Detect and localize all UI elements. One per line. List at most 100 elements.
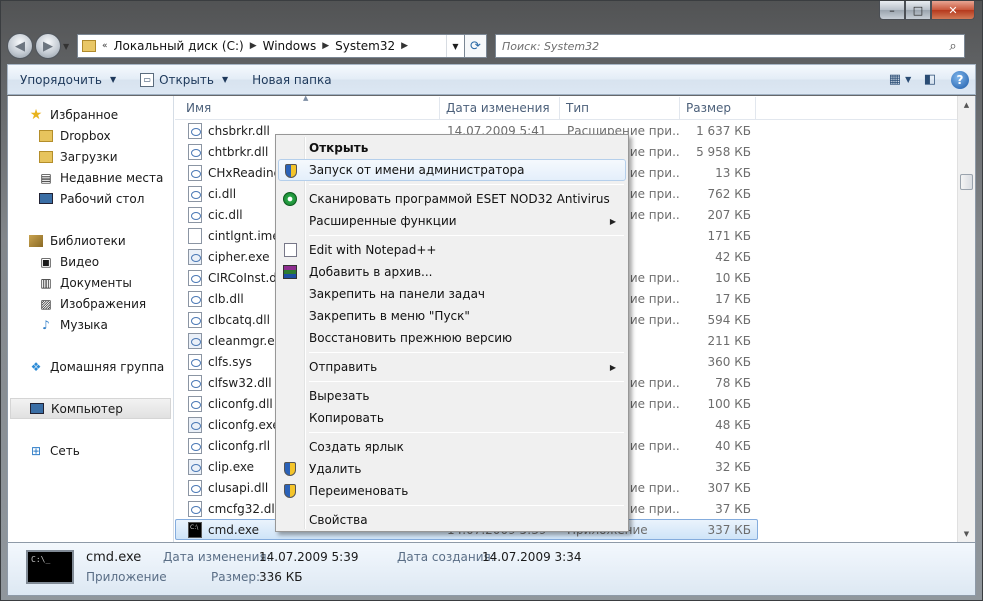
menu-run-as-admin[interactable]: Запуск от имени администратора <box>278 159 626 181</box>
homegroup-icon: ❖ <box>30 359 42 374</box>
nav-network[interactable]: ⊞ Сеть <box>8 440 173 461</box>
system-file-icon <box>188 332 202 349</box>
menu-pin-start[interactable]: Закрепить в меню "Пуск" <box>278 305 626 327</box>
menu-delete[interactable]: Удалить <box>278 458 626 480</box>
breadcrumb-system32[interactable]: System32 <box>331 39 399 53</box>
view-options-button[interactable]: ▦ ▼ <box>885 65 915 94</box>
details-filetype: Приложение <box>86 570 167 584</box>
address-bar[interactable]: « Локальный диск (C:) ▶ Windows ▶ System… <box>77 34 465 58</box>
file-size-cell: 48 КБ <box>715 417 751 432</box>
maximize-button[interactable]: □ <box>905 1 931 20</box>
nav-downloads[interactable]: Загрузки <box>8 146 173 167</box>
menu-advanced[interactable]: Расширенные функции ▶ <box>278 210 626 232</box>
breadcrumb-overflow[interactable]: « <box>100 41 110 51</box>
star-icon: ★ <box>29 106 43 123</box>
organize-button[interactable]: Упорядочить ▼ <box>8 65 128 94</box>
file-name: cintlgnt.ime <box>208 228 280 243</box>
chevron-down-icon: ▼ <box>109 75 117 84</box>
menu-send-to[interactable]: Отправить ▶ <box>278 356 626 378</box>
uac-shield-icon <box>285 164 297 178</box>
menu-eset-scan[interactable]: Сканировать программой ESET NOD32 Antivi… <box>278 188 626 210</box>
search-icon[interactable]: ⌕ <box>942 39 964 54</box>
menu-properties[interactable]: Свойства <box>278 509 626 531</box>
menu-pin-taskbar[interactable]: Закрепить на панели задач <box>278 283 626 305</box>
nav-computer[interactable]: Компьютер <box>10 398 171 419</box>
nav-label: Библиотеки <box>50 233 126 248</box>
menu-open[interactable]: Открыть <box>278 137 626 159</box>
nav-label: Домашняя группа <box>50 359 165 374</box>
new-folder-button[interactable]: Новая папка <box>240 65 343 94</box>
column-type[interactable]: Тип <box>560 97 680 119</box>
nav-desktop[interactable]: Рабочий стол <box>8 188 173 209</box>
back-button[interactable]: ◀ <box>7 33 33 59</box>
nav-documents[interactable]: ▥ Документы <box>8 272 173 293</box>
scroll-thumb[interactable] <box>960 174 973 190</box>
open-button[interactable]: ▭ Открыть ▼ <box>128 65 240 94</box>
file-size-cell: 100 КБ <box>707 396 751 411</box>
details-created-label: Дата создания: <box>397 550 495 564</box>
scroll-down-button[interactable]: ▼ <box>958 525 975 542</box>
search-input[interactable]: Поиск: System32 ⌕ <box>495 34 965 58</box>
navigation-row: ◀ ▶ ▼ « Локальный диск (C:) ▶ Windows ▶ … <box>7 31 976 61</box>
breadcrumb-windows[interactable]: Windows <box>259 39 321 53</box>
music-icon: ♪ <box>42 317 50 332</box>
libraries-icon <box>29 234 43 247</box>
menu-edit-notepad[interactable]: Edit with Notepad++ <box>278 239 626 261</box>
computer-icon <box>30 403 44 414</box>
file-size-cell: 1 637 КБ <box>696 123 751 138</box>
nav-libraries[interactable]: Библиотеки <box>8 230 173 251</box>
nav-recent-places[interactable]: ▤ Недавние места <box>8 167 173 188</box>
breadcrumb-local-disk[interactable]: Локальный диск (C:) <box>110 39 248 53</box>
chevron-right-icon[interactable]: ▶ <box>320 41 331 51</box>
uac-shield-icon <box>284 484 296 498</box>
nav-music[interactable]: ♪ Музыка <box>8 314 173 335</box>
system-file-icon <box>188 290 202 307</box>
minimize-button[interactable]: – <box>879 1 905 20</box>
column-date-modified[interactable]: Дата изменения <box>440 97 560 119</box>
nav-pictures[interactable]: ▨ Изображения <box>8 293 173 314</box>
command-bar: Упорядочить ▼ ▭ Открыть ▼ Новая папка ▦ ▼… <box>7 64 976 95</box>
system-file-icon <box>188 227 202 244</box>
eset-antivirus-icon <box>283 192 297 206</box>
help-icon: ? <box>951 70 969 89</box>
file-name: clbcatq.dll <box>208 312 270 327</box>
system-file-icon <box>188 311 202 328</box>
details-filename: cmd.exe <box>86 550 142 565</box>
submenu-arrow-icon: ▶ <box>609 362 616 372</box>
nav-label: Избранное <box>50 107 119 122</box>
details-modified-value: 14.07.2009 5:39 <box>259 550 359 564</box>
chevron-right-icon[interactable]: ▶ <box>399 41 410 51</box>
column-size[interactable]: Размер <box>680 97 756 119</box>
file-name: cipher.exe <box>208 249 270 264</box>
system-file-icon <box>188 122 202 139</box>
file-name: chsbrkr.dll <box>208 123 270 138</box>
address-history-dropdown[interactable]: ▼ <box>446 35 464 57</box>
recent-pages-dropdown[interactable]: ▼ <box>63 42 75 51</box>
nav-homegroup[interactable]: ❖ Домашняя группа <box>8 356 173 377</box>
help-button[interactable]: ? <box>945 65 975 94</box>
menu-rename[interactable]: Переименовать <box>278 480 626 502</box>
nav-dropbox[interactable]: Dropbox <box>8 125 173 146</box>
nav-video[interactable]: ▣ Видео <box>8 251 173 272</box>
scroll-up-button[interactable]: ▲ <box>958 96 975 113</box>
chevron-right-icon[interactable]: ▶ <box>248 41 259 51</box>
nav-favorites[interactable]: ★ Избранное <box>8 104 173 125</box>
search-placeholder: Поиск: System32 <box>502 39 600 53</box>
menu-add-archive[interactable]: Добавить в архив... <box>278 261 626 283</box>
vertical-scrollbar[interactable]: ▲ ▼ <box>957 96 975 542</box>
menu-restore-previous[interactable]: Восстановить прежнюю версию <box>278 327 626 349</box>
navigation-pane: ★ Избранное Dropbox Загрузки ▤ Недавние … <box>8 96 174 542</box>
forward-button[interactable]: ▶ <box>35 33 61 59</box>
file-size-cell: 5 958 КБ <box>696 144 751 159</box>
close-button[interactable]: ✕ <box>931 1 975 20</box>
preview-pane-button[interactable]: ◧ <box>915 65 945 94</box>
nav-label: Компьютер <box>51 401 123 416</box>
menu-create-shortcut[interactable]: Создать ярлык <box>278 436 626 458</box>
menu-cut[interactable]: Вырезать <box>278 385 626 407</box>
dropbox-folder-icon <box>39 129 53 142</box>
menu-copy[interactable]: Копировать <box>278 407 626 429</box>
file-size-cell: 337 КБ <box>707 522 751 537</box>
refresh-button[interactable]: ⟳ <box>465 34 487 58</box>
system-file-icon <box>188 437 202 454</box>
file-size-cell: 10 КБ <box>715 270 751 285</box>
